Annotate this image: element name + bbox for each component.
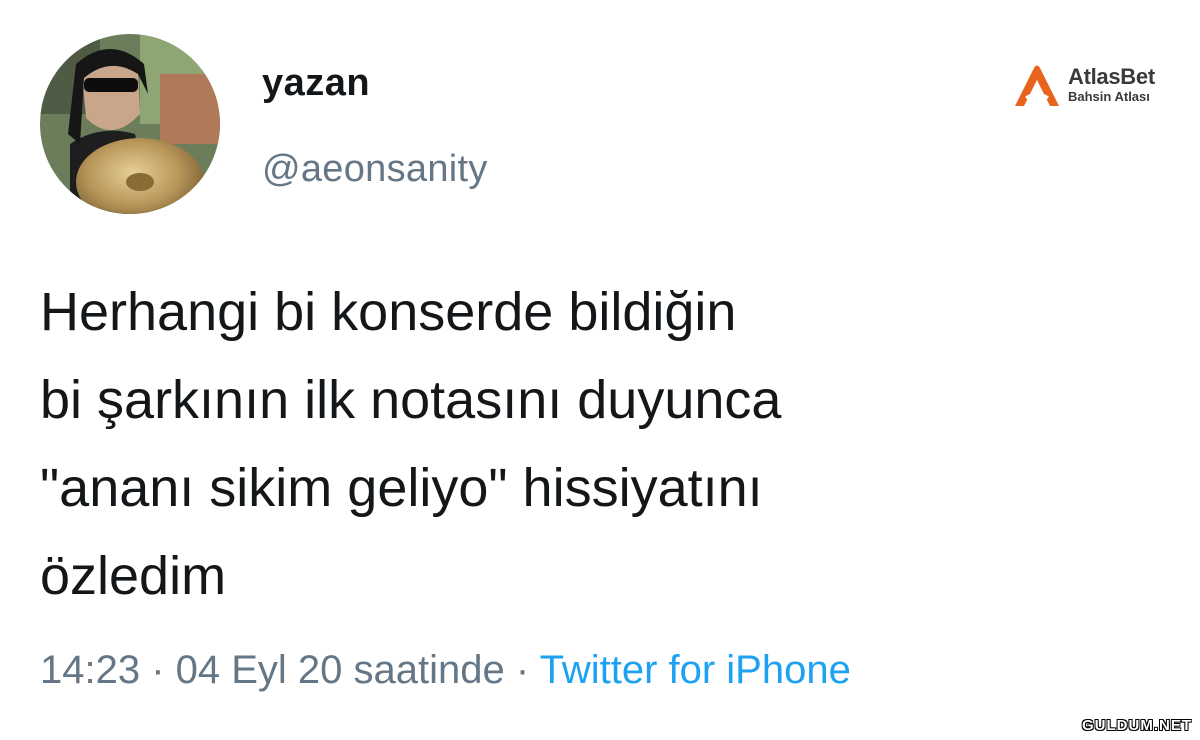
avatar[interactable]	[40, 34, 220, 214]
source-link[interactable]: Twitter for iPhone	[540, 648, 851, 692]
avatar-photo	[40, 34, 220, 214]
display-name[interactable]: yazan	[262, 62, 370, 105]
tweet-text-line: özledim	[40, 546, 227, 606]
tweet-text-line: bi şarkının ilk notasını duyunca	[40, 370, 782, 430]
brand-logo-tagline: Bahsin Atlası	[1068, 89, 1150, 104]
atlas-logo-icon	[1015, 65, 1059, 106]
user-handle[interactable]: @aeonsanity	[262, 148, 488, 191]
tweet-text: Herhangi bi konserde bildiğin bi şarkını…	[40, 268, 1120, 620]
tweet-card: yazan @aeonsanity Herhangi bi konserde b…	[0, 0, 1200, 740]
tweet-text-line: Herhangi bi konserde bildiğin	[40, 282, 737, 342]
timestamp[interactable]: 14:23 · 04 Eyl 20 saatinde ·	[40, 648, 540, 692]
brand-logo: AtlasBet Bahsin Atlası	[1012, 62, 1182, 112]
tweet-meta: 14:23 · 04 Eyl 20 saatinde · Twitter for…	[40, 648, 851, 693]
tweet-text-line: "ananı sikim geliyo" hissiyatını	[40, 458, 763, 518]
brand-logo-name: AtlasBet	[1068, 64, 1155, 89]
watermark: GULDUM.NET	[1082, 717, 1192, 734]
